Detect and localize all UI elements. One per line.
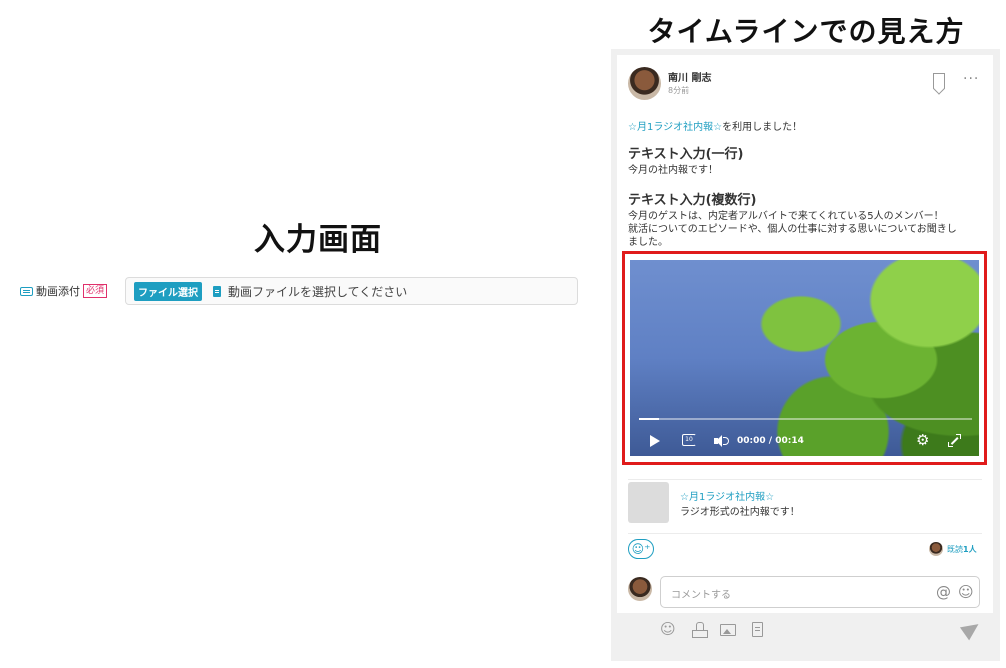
app-thumbnail[interactable]: [628, 482, 669, 523]
video-duration: 00:14: [775, 436, 804, 446]
divider: [628, 479, 982, 480]
reader-avatar: [929, 542, 943, 556]
comment-input[interactable]: コメントする @ ☺: [660, 576, 980, 608]
section-text-line-1: 今月のゲストは、内定者アルバイトで来てくれている5人のメンバー！: [628, 211, 944, 222]
video-progress-fill: [639, 418, 659, 420]
rewind-10-icon[interactable]: 10: [682, 434, 696, 446]
video-progress-bar[interactable]: [639, 418, 972, 420]
input-screen-title: 入力画面: [254, 222, 382, 258]
video-player[interactable]: 10 00:00 / 00:14 ⚙: [630, 260, 979, 456]
app-used-line: ☆月1ラジオ社内報☆を利用しました！: [628, 118, 802, 133]
section-title-single-line: テキスト入力(一行): [628, 147, 744, 162]
emoji-smile-icon[interactable]: ☺: [958, 583, 974, 601]
video-highlight-frame: 10 00:00 / 00:14 ⚙: [622, 251, 987, 465]
stamp-icon[interactable]: [692, 622, 708, 638]
required-badge: 必須: [83, 284, 108, 298]
file-select-button[interactable]: ファイル選択: [134, 281, 202, 301]
app-used-suffix: を利用しました！: [722, 122, 803, 133]
video-attach-field: 動画添付 必須 ファイル選択 動画ファイルを選択してください: [20, 277, 578, 305]
section-text-line-3: ました。: [628, 237, 668, 248]
divider: [628, 533, 982, 534]
video-time-separator: /: [768, 436, 773, 446]
video-current-time: 00:00: [737, 436, 766, 446]
section-text-single-line: 今月の社内報です！: [628, 165, 718, 176]
app-link[interactable]: ☆月1ラジオ社内報☆: [628, 122, 722, 133]
post-card: 南川 剛志 8分前 ··· ☆月1ラジオ社内報☆を利用しました！ テキスト入力(…: [617, 55, 993, 613]
play-icon[interactable]: [650, 435, 660, 447]
read-count-value: 1人: [963, 545, 977, 554]
video-attach-label: 動画添付 必須: [20, 283, 108, 299]
mention-at-icon[interactable]: @: [936, 583, 951, 601]
commenter-avatar: [628, 577, 652, 601]
app-card-name[interactable]: ☆月1ラジオ社内報☆: [680, 488, 774, 503]
file-attach-icon[interactable]: [752, 622, 763, 637]
author-name[interactable]: 南川 剛志: [668, 69, 711, 84]
video-thumbnail-leaves: [705, 260, 979, 456]
timeline-view-title: タイムラインでの見え方: [647, 15, 965, 48]
read-count-prefix: 既読: [947, 545, 963, 554]
more-menu-icon[interactable]: ···: [963, 71, 979, 87]
video-attach-label-text: 動画添付: [36, 285, 80, 298]
section-title-multi-line: テキスト入力(複数行): [628, 193, 757, 208]
section-text-line-2: 就活についてのエピソードや、個人の仕事に対する思いについてお聞きし: [628, 224, 957, 235]
post-time: 8分前: [668, 86, 690, 95]
video-time: 00:00 / 00:14: [737, 436, 804, 446]
author-avatar[interactable]: [628, 67, 661, 100]
video-icon: [20, 286, 33, 296]
image-icon[interactable]: [720, 624, 736, 636]
settings-gear-icon[interactable]: ⚙: [916, 432, 929, 448]
video-controls: 10 00:00 / 00:14 ⚙: [630, 430, 979, 452]
volume-icon[interactable]: [714, 435, 729, 447]
timeline-panel: 南川 剛志 8分前 ··· ☆月1ラジオ社内報☆を利用しました！ テキスト入力(…: [611, 49, 1000, 661]
comment-placeholder: コメントする: [671, 590, 731, 601]
document-icon: [213, 285, 221, 297]
file-placeholder: 動画ファイルを選択してください: [228, 284, 408, 299]
emoji-icon[interactable]: ☺: [660, 621, 676, 637]
file-select-box[interactable]: ファイル選択 動画ファイルを選択してください: [125, 277, 578, 305]
read-count[interactable]: 既読1人: [947, 544, 977, 555]
add-reaction-button[interactable]: ☺⁺: [628, 539, 654, 559]
fullscreen-icon[interactable]: [948, 434, 961, 447]
bookmark-icon[interactable]: [933, 73, 945, 89]
app-card-description: ラジオ形式の社内報です！: [680, 507, 800, 518]
